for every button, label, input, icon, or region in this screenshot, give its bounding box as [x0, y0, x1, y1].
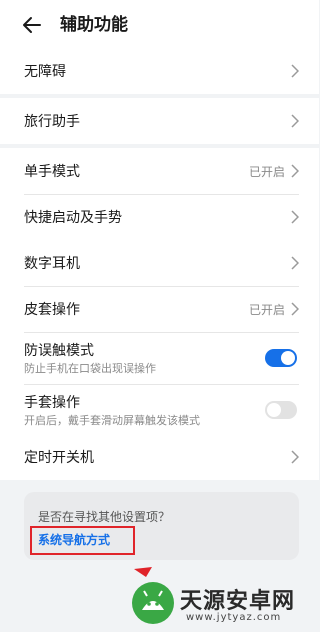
back-arrow-icon[interactable]: [20, 13, 44, 37]
menu-item-label: 皮套操作: [24, 302, 80, 318]
group-gestures: 单手模式 已开启 快捷启动及手势: [0, 148, 319, 240]
pointer-arrow-icon: [134, 567, 152, 577]
menu-item-accessibility[interactable]: 无障碍: [0, 48, 319, 94]
toggle-knob: [267, 403, 281, 417]
menu-item-label: 快捷启动及手势: [24, 210, 122, 226]
menu-item-label: 防误触模式: [24, 343, 94, 359]
group-travel: 旅行助手: [0, 98, 319, 144]
chevron-right-icon: [291, 450, 299, 464]
chevron-right-icon: [291, 256, 299, 270]
menu-item-description: 防止手机在口袋出现误操作: [24, 362, 156, 375]
menu-item-label: 单手模式: [24, 164, 80, 180]
app-bar: 辅助功能: [0, 0, 319, 50]
chevron-right-icon: [291, 64, 299, 78]
watermark-name: 天源安卓网: [180, 589, 296, 614]
chevron-right-icon: [291, 164, 299, 178]
menu-item-shortcuts-gestures[interactable]: 快捷启动及手势: [0, 194, 319, 240]
group-accessibility: 无障碍: [0, 48, 319, 94]
page-title: 辅助功能: [60, 15, 128, 35]
menu-item-cover-operation[interactable]: 皮套操作 已开启: [0, 286, 319, 332]
chevron-right-icon: [291, 210, 299, 224]
anti-mistouch-toggle[interactable]: [265, 349, 297, 367]
menu-item-label: 旅行助手: [24, 114, 80, 130]
menu-item-description: 开启后，戴手套滑动屏幕触发该模式: [24, 414, 200, 427]
menu-item-digital-earphone[interactable]: 数字耳机: [0, 240, 319, 286]
menu-item-label: 无障碍: [24, 64, 66, 80]
watermark-logo-icon: [132, 582, 174, 624]
suggestion-question: 是否在寻找其他设置项？: [38, 510, 171, 524]
watermark-url: www.jytyaz.com: [186, 612, 282, 623]
menu-item-label: 数字耳机: [24, 256, 80, 272]
menu-item-one-hand-mode[interactable]: 单手模式 已开启: [0, 148, 319, 194]
menu-item-label: 定时开关机: [24, 450, 94, 466]
menu-item-travel-assistant[interactable]: 旅行助手: [0, 98, 319, 144]
chevron-right-icon: [291, 302, 299, 316]
status-text: 已开启: [248, 302, 285, 317]
menu-item-scheduled-power[interactable]: 定时开关机: [0, 434, 319, 480]
menu-item-label: 手套操作: [24, 395, 80, 411]
toggle-knob: [281, 351, 295, 365]
status-text: 已开启: [248, 164, 285, 179]
highlight-box: [30, 526, 135, 555]
group-hardware: 数字耳机 皮套操作 已开启 防误触模式 防止手机在口袋出现误操作 手套操作 开启…: [0, 240, 319, 436]
menu-item-glove-mode: 手套操作 开启后，戴手套滑动屏幕触发该模式: [0, 384, 319, 436]
menu-item-anti-mistouch: 防误触模式 防止手机在口袋出现误操作: [0, 332, 319, 384]
glove-mode-toggle[interactable]: [265, 401, 297, 419]
chevron-right-icon: [291, 114, 299, 128]
group-schedule: 定时开关机: [0, 434, 319, 480]
